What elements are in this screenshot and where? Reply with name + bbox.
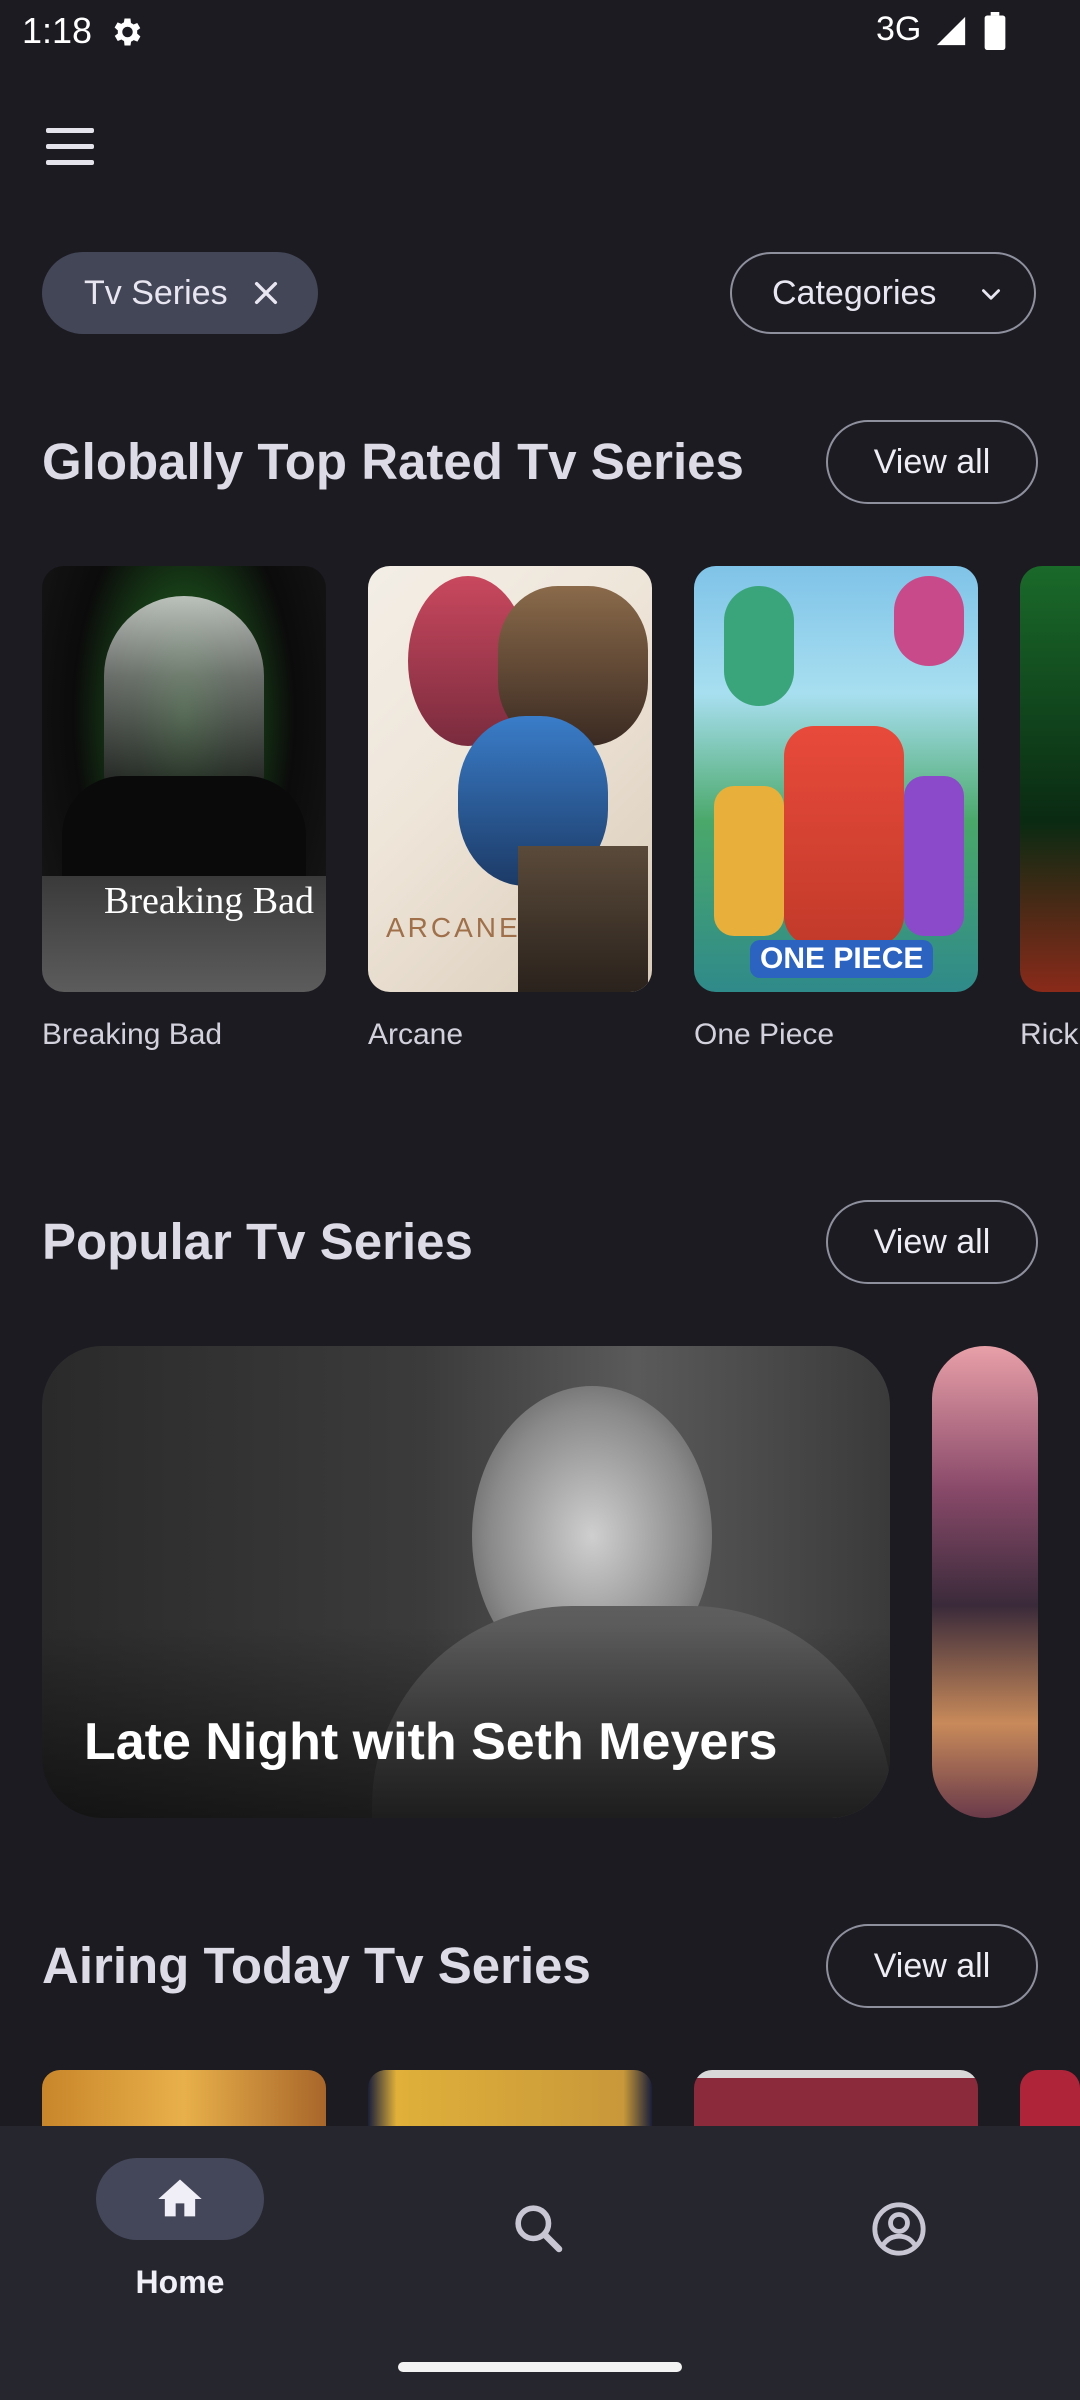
- poster-rick[interactable]: [1020, 566, 1080, 992]
- thumb-airing-1[interactable]: [42, 2070, 326, 2130]
- battery-icon: [984, 12, 1006, 50]
- poster-title-art: ARCANE: [386, 912, 521, 943]
- poster-title: Arcane: [368, 1018, 464, 1051]
- section-title-popular: Popular Tv Series: [42, 1213, 473, 1270]
- thumb-airing-2[interactable]: [368, 2070, 652, 2130]
- view-all-airing-today-button[interactable]: View all: [826, 1924, 1038, 2008]
- categories-label: Categories: [772, 273, 937, 312]
- home-icon: [158, 2179, 202, 2217]
- search-icon[interactable]: [510, 2200, 566, 2256]
- network-type: 3G: [876, 10, 922, 48]
- close-icon[interactable]: [250, 277, 282, 309]
- view-all-popular-button[interactable]: View all: [826, 1200, 1038, 1284]
- filter-chip-label: Tv Series: [84, 273, 228, 312]
- section-title-airing-today: Airing Today Tv Series: [42, 1937, 591, 1994]
- poster-one-piece[interactable]: ONE PIECE: [694, 566, 978, 992]
- categories-dropdown[interactable]: Categories: [730, 252, 1036, 334]
- poster-title: One Piece: [694, 1018, 835, 1051]
- featured-title: Late Night with Seth Meyers: [84, 1713, 778, 1771]
- featured-card-next[interactable]: [932, 1346, 1038, 1818]
- poster-title-art: Breaking Bad: [104, 880, 315, 922]
- poster-title-art: ONE PIECE: [750, 940, 934, 978]
- nav-home-label: Home: [135, 2264, 225, 2300]
- home-indicator[interactable]: [398, 2362, 682, 2372]
- section-title-top-rated: Globally Top Rated Tv Series: [42, 433, 744, 490]
- filter-chip-tv-series[interactable]: Tv Series: [42, 252, 318, 334]
- profile-icon[interactable]: [870, 2200, 928, 2258]
- thumb-airing-4[interactable]: [1020, 2070, 1080, 2130]
- settings-gear-icon: [114, 18, 141, 46]
- menu-icon[interactable]: [46, 126, 100, 168]
- poster-title: Rick: [1020, 1018, 1079, 1051]
- signal-icon: [936, 16, 966, 46]
- thumb-airing-3[interactable]: [694, 2070, 978, 2130]
- poster-breaking-bad[interactable]: Breaking Bad: [42, 566, 326, 992]
- chevron-down-icon: [982, 289, 1000, 300]
- view-all-top-rated-button[interactable]: View all: [826, 420, 1038, 504]
- poster-arcane[interactable]: ARCANE: [368, 566, 652, 992]
- nav-home-button[interactable]: [96, 2158, 264, 2240]
- poster-title: Breaking Bad: [42, 1018, 223, 1051]
- status-time: 1:18: [22, 10, 93, 51]
